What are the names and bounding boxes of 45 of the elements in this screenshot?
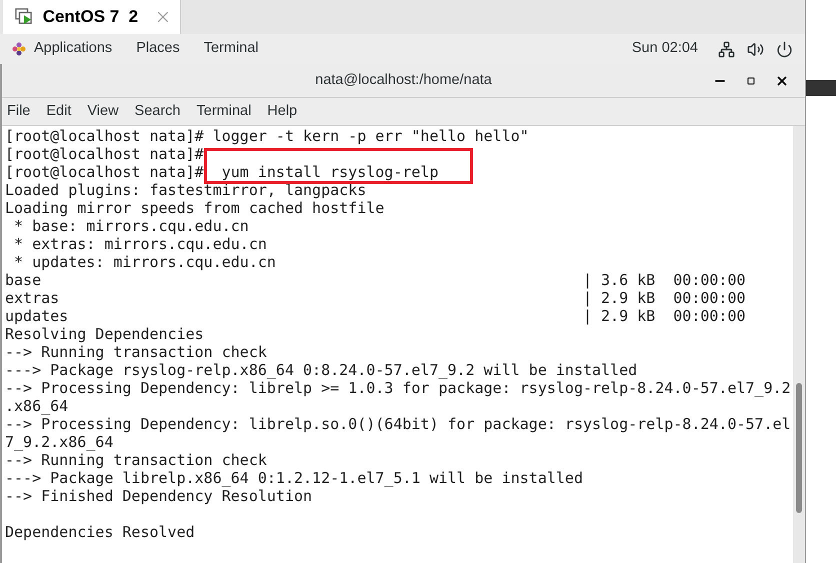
terminal-line: ---> Package rsyslog-relp.x86_64 0:8.24.0-57.el7_9.2 will be installed — [5, 361, 638, 379]
terminal-line: [root@localhost nata]# yum install rsyslog-relp — [5, 163, 438, 181]
terminal-line: updates | 2.9 kB 00:00:00 — [5, 307, 746, 325]
scrollbar[interactable] — [793, 126, 805, 563]
scrollbar-thumb[interactable] — [796, 383, 802, 513]
terminal-line: Loading mirror speeds from cached hostfile — [5, 199, 384, 217]
terminal-line: --> Running transaction check — [5, 451, 267, 469]
network-icon[interactable] — [718, 40, 735, 58]
terminal-line: --> Processing Dependency: librelp >= 1.0.3 for package: rsyslog-relp-8.24.0-57.el7_9.2 — [5, 379, 791, 397]
terminal-line: --> Running transaction check — [5, 343, 267, 361]
terminal-line: [root@localhost nata]# — [5, 145, 204, 163]
menu-item[interactable]: Edit — [46, 100, 72, 122]
terminal-line: * extras: mirrors.cqu.edu.cn — [13, 235, 267, 253]
vm-tab-title: CentOS 7 2 — [42, 6, 138, 28]
vm-play-icon — [15, 7, 35, 27]
terminal-line: Resolving Dependencies — [5, 325, 204, 343]
maximize-icon[interactable] — [747, 76, 755, 84]
terminal-line: extras | 2.9 kB 00:00:00 — [5, 289, 746, 307]
menu-item[interactable]: Search — [134, 100, 180, 122]
clock[interactable]: Sun 02:04 — [632, 38, 698, 60]
background-stripe — [806, 80, 836, 96]
terminal-line: --> Processing Dependency: librelp.so.0()(64bit) for package: rsyslog-relp-8.24.0-57.el — [5, 415, 791, 433]
volume-icon[interactable] — [747, 40, 764, 58]
panel-menu[interactable]: Terminal — [204, 38, 259, 60]
power-icon[interactable] — [776, 40, 793, 58]
terminal-line: ---> Package librelp.x86_64 0:1.2.12-1.el7_5.1 will be installed — [5, 469, 583, 487]
close-icon[interactable] — [775, 74, 789, 88]
menu-item[interactable]: File — [7, 100, 30, 122]
menu-item[interactable]: Terminal — [196, 100, 252, 122]
terminal-line: --> Finished Dependency Resolution — [5, 487, 312, 505]
menu-item[interactable]: View — [87, 100, 119, 122]
terminal-line: Loaded plugins: fastestmirror, langpacks — [5, 181, 366, 199]
terminal-line: 7_9.2.x86_64 — [5, 433, 114, 451]
vm-tab[interactable]: CentOS 7 2 — [3, 0, 181, 34]
terminal-line: Dependencies Resolved — [5, 523, 195, 541]
terminal-line: * base: mirrors.cqu.edu.cn — [13, 217, 249, 235]
terminal-line: [root@localhost nata]# logger -t kern -p err "hello hello" — [5, 127, 529, 145]
panel-menu[interactable]: Places — [136, 38, 180, 60]
window-title: nata@localhost:/home/nata — [315, 70, 492, 90]
apps-logo-icon — [12, 42, 26, 56]
panel-menu[interactable]: Applications — [34, 38, 112, 60]
terminal-line: * updates: mirrors.cqu.edu.cn — [13, 253, 276, 271]
terminal-line: base | 3.6 kB 00:00:00 — [5, 271, 746, 289]
terminal-line: .x86_64 — [5, 397, 68, 415]
menu-item[interactable]: Help — [267, 100, 298, 122]
